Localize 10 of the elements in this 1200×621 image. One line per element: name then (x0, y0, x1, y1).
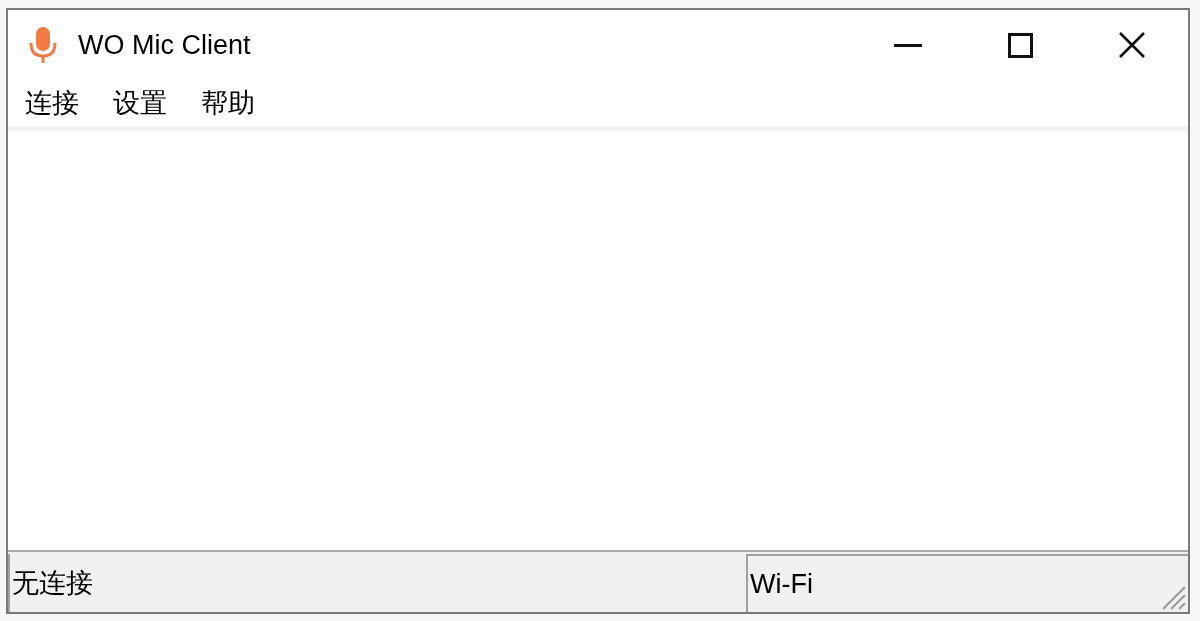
maximize-icon (1007, 32, 1033, 58)
menu-item[interactable]: 连接 (8, 83, 96, 123)
status-text: 无连接 (11, 567, 93, 600)
microphone-icon (28, 27, 58, 63)
status-text: Wi-Fi (749, 568, 813, 600)
minimize-icon (894, 43, 922, 47)
menu-item[interactable]: 帮助 (184, 83, 272, 123)
menu-item[interactable]: 设置 (96, 83, 184, 123)
close-icon (1119, 32, 1145, 58)
window-title: WO Mic Client (78, 29, 251, 61)
